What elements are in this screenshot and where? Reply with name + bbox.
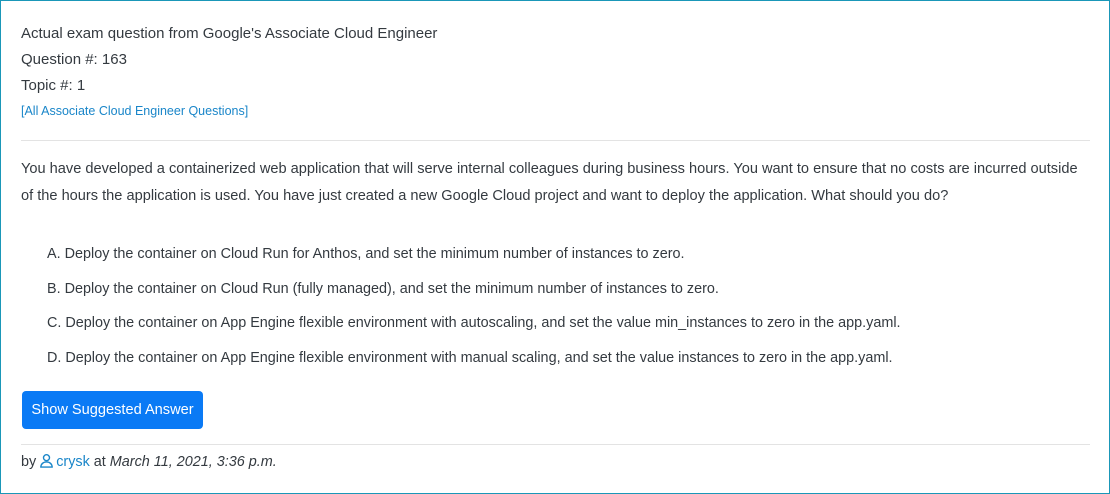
question-number: Question #: 163 — [21, 51, 127, 68]
author-username[interactable]: crysk — [56, 454, 90, 470]
question-text: You have developed a containerized web a… — [21, 161, 1078, 204]
choice-c: C. Deploy the container on App Engine fl… — [47, 315, 901, 331]
post-date: March 11, 2021, 3:36 p.m. — [109, 454, 277, 470]
question-footer: by crysk at March 11, 2021, 3:36 p.m. — [21, 451, 277, 473]
topic-number: Topic #: 1 — [21, 77, 86, 94]
footer-divider — [21, 444, 1090, 445]
at-label: at — [93, 454, 106, 470]
user-icon — [39, 453, 54, 468]
question-card: Actual exam question from Google's Assoc… — [0, 0, 1110, 494]
choice-b: B. Deploy the container on Cloud Run (fu… — [47, 280, 719, 297]
all-questions-link[interactable]: [All Associate Cloud Engineer Questions] — [21, 99, 248, 123]
choice-d: D. Deploy the container on App Engine fl… — [47, 349, 893, 366]
choice-a: A. Deploy the container on Cloud Run for… — [47, 246, 685, 262]
choices-list: A. Deploy the container on Cloud Run for… — [47, 237, 901, 375]
exam-title: Actual exam question from Google's Assoc… — [21, 25, 438, 42]
by-label: by — [21, 454, 37, 470]
header-divider — [21, 140, 1090, 141]
question-header: Actual exam question from Google's Assoc… — [21, 21, 437, 123]
show-suggested-answer-button[interactable]: Show Suggested Answer — [22, 391, 203, 429]
